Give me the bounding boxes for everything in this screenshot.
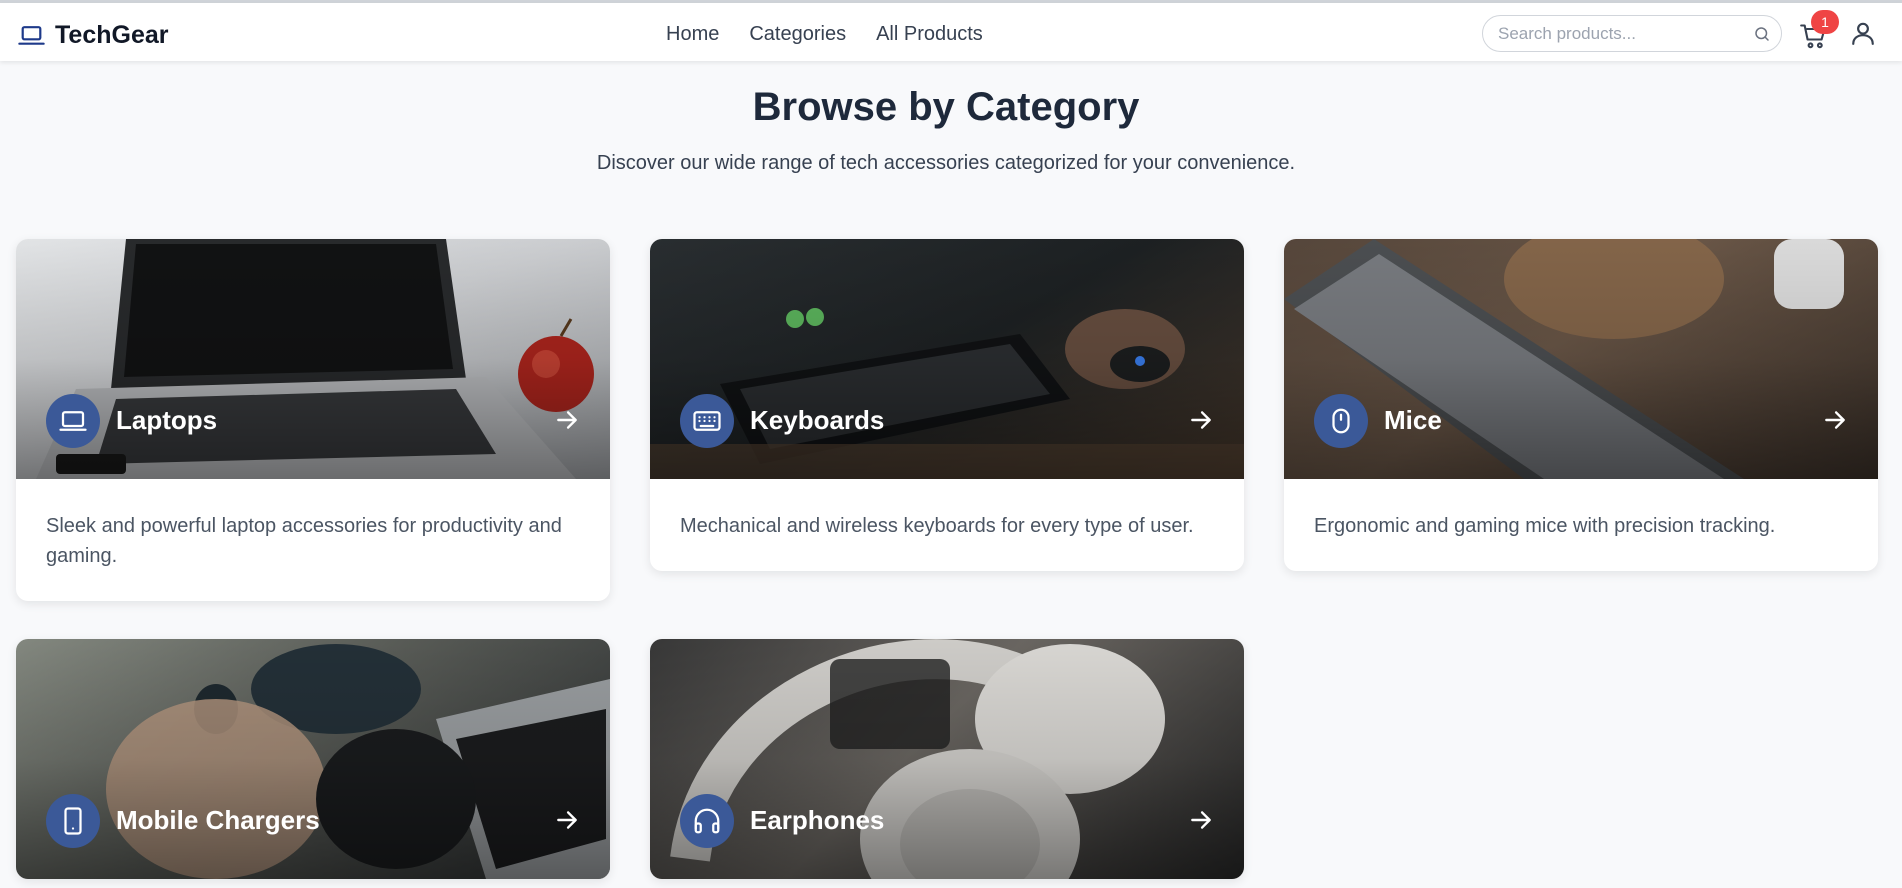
category-description: Sleek and powerful laptop accessories fo… xyxy=(46,515,562,567)
category-description: Mechanical and wireless keyboards for ev… xyxy=(680,515,1194,537)
page-title: Browse by Category xyxy=(752,85,1140,129)
category-name: Mice xyxy=(1384,405,1442,435)
arrow-right-icon[interactable] xyxy=(1822,407,1848,433)
category-image-earphones: Earphones xyxy=(650,639,1244,879)
page-subtitle: Discover our wide range of tech accessor… xyxy=(596,152,1296,174)
image-overlay xyxy=(1284,239,1878,479)
image-overlay xyxy=(650,239,1244,479)
category-name: Keyboards xyxy=(750,405,885,435)
category-description: Ergonomic and gaming mice with precision… xyxy=(1314,515,1776,537)
nav-categories[interactable]: Categories xyxy=(749,23,846,46)
arrow-right-icon[interactable] xyxy=(1188,807,1214,833)
category-image-keyboards: Keyboards xyxy=(650,239,1244,479)
category-card-laptops[interactable]: Laptops Sleek and powerful laptop access… xyxy=(16,239,610,601)
category-card-earphones[interactable]: Earphones xyxy=(650,639,1244,879)
keyboard-icon xyxy=(680,394,734,448)
smartphone-icon xyxy=(46,794,100,848)
category-image-mice: Mice xyxy=(1284,239,1878,479)
category-image-laptops: Laptops xyxy=(16,239,610,479)
search-input[interactable] xyxy=(1498,23,1738,45)
mouse-icon xyxy=(1314,394,1368,448)
cart-count-badge: 1 xyxy=(1811,10,1839,34)
category-name: Mobile Chargers xyxy=(116,805,320,835)
image-overlay xyxy=(650,639,1244,879)
category-image-mobile-chargers: Mobile Chargers xyxy=(16,639,610,879)
search-icon[interactable] xyxy=(1753,25,1771,43)
category-name: Laptops xyxy=(116,405,218,435)
category-card-keyboards[interactable]: Keyboards Mechanical and wireless keyboa… xyxy=(650,239,1244,571)
arrow-right-icon[interactable] xyxy=(1188,407,1214,433)
brand-name: TechGear xyxy=(55,21,169,49)
nav-home[interactable]: Home xyxy=(666,23,719,46)
image-overlay xyxy=(16,639,610,879)
image-overlay xyxy=(16,239,610,479)
brand-logo[interactable]: TechGear xyxy=(18,21,168,50)
arrow-right-icon[interactable] xyxy=(554,807,580,833)
category-card-mobile-chargers[interactable]: Mobile Chargers xyxy=(16,639,610,879)
site-header: TechGear Home Categories All Products xyxy=(0,3,1902,61)
headphones-icon xyxy=(680,794,734,848)
arrow-right-icon[interactable] xyxy=(554,407,580,433)
laptop-icon xyxy=(46,394,100,448)
main-nav: Home Categories All Products xyxy=(666,23,983,46)
nav-all-products[interactable]: All Products xyxy=(876,23,983,46)
user-icon[interactable] xyxy=(1850,20,1876,46)
search-box xyxy=(1482,15,1782,52)
laptop-icon xyxy=(18,25,45,45)
category-name: Earphones xyxy=(750,805,885,835)
category-card-mice[interactable]: Mice Ergonomic and gaming mice with prec… xyxy=(1284,239,1878,571)
